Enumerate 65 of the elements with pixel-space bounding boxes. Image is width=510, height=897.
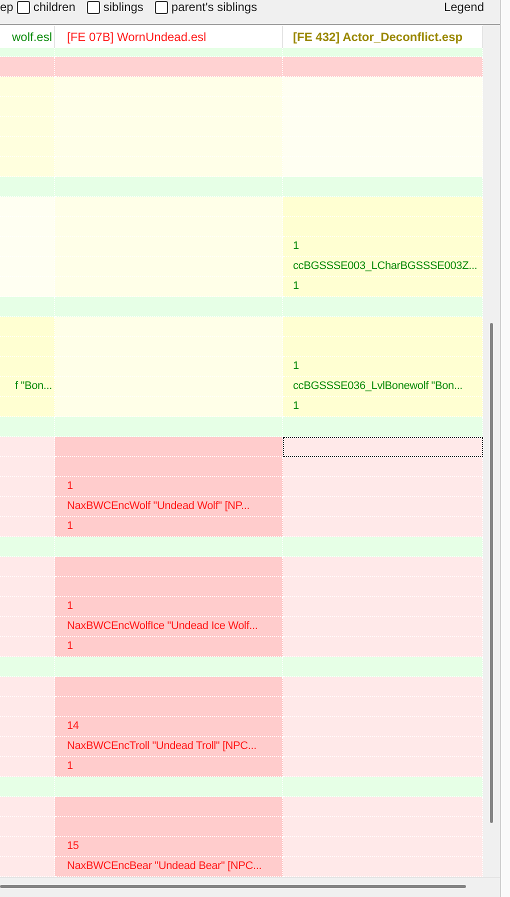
table-cell <box>0 697 55 717</box>
table-cell <box>0 477 55 497</box>
checkbox-label[interactable]: parent's siblings <box>171 0 258 16</box>
checkbox-label[interactable]: siblings <box>103 0 144 16</box>
checkbox[interactable] <box>87 0 100 14</box>
table-cell <box>0 177 55 197</box>
table-cell: 15 <box>55 837 283 857</box>
table-cell <box>0 757 55 777</box>
table-cell <box>0 357 55 377</box>
table-cell <box>0 457 55 477</box>
table-cell <box>0 817 55 837</box>
table-cell: 1 <box>283 277 483 297</box>
table-cell: 1 <box>55 517 283 537</box>
table-cell: 1 <box>283 237 483 257</box>
table-cell <box>0 337 55 357</box>
table-cell: ccBGSSSE036_LvlBonewolf "Bon... <box>283 377 483 397</box>
table-cell <box>0 537 55 557</box>
table-cell <box>0 437 55 457</box>
table-cell <box>0 137 55 157</box>
table-cell: NaxBWCEncWolf "Undead Wolf" [NP... <box>55 497 283 517</box>
table-cell: 1 <box>283 357 483 377</box>
table-cell <box>0 637 55 657</box>
table-cell: NaxBWCEncWolfIce "Undead Ice Wolf... <box>55 617 283 637</box>
table-cell <box>0 617 55 637</box>
table-cell: 1 <box>55 597 283 617</box>
table-cell <box>0 117 55 137</box>
table-cell <box>0 277 55 297</box>
table-cell: 1 <box>55 637 283 657</box>
table-cell: f "Bon... <box>0 377 55 397</box>
table-cell <box>0 77 55 97</box>
table-cell <box>0 677 55 697</box>
vertical-scrollbar-thumb[interactable] <box>490 323 493 823</box>
table-cell <box>0 777 55 797</box>
table-cell <box>0 297 55 317</box>
table-cell <box>0 857 55 877</box>
table-cell <box>0 557 55 577</box>
table-cell <box>0 417 55 437</box>
table-cell <box>0 717 55 737</box>
table-cell: NaxBWCEncTroll "Undead Troll" [NPC... <box>55 737 283 757</box>
table-cell <box>0 57 55 77</box>
checkbox-label[interactable]: children <box>33 0 76 16</box>
table-cell <box>0 517 55 537</box>
horizontal-scrollbar-thumb[interactable] <box>0 885 466 888</box>
table-cell: 1 <box>55 477 283 497</box>
table-cell <box>0 657 55 677</box>
table-cell <box>0 317 55 337</box>
checkbox[interactable] <box>17 0 30 14</box>
filter-label: ep <box>0 0 14 16</box>
table-cell <box>0 577 55 597</box>
table-cell <box>0 197 55 217</box>
table-cell <box>0 737 55 757</box>
table-cell <box>0 497 55 517</box>
checkbox[interactable] <box>155 0 168 14</box>
table-cell <box>0 837 55 857</box>
table-cell <box>0 97 55 117</box>
table-cell: NaxBWCEncBear "Undead Bear" [NPC... <box>55 857 283 877</box>
table-cell: 1 <box>55 757 283 777</box>
table-cell <box>0 157 55 177</box>
table-cell <box>0 597 55 617</box>
table-cell: 1 <box>283 397 483 417</box>
table-cell: ccBGSSSE003_LCharBGSSSE003Z... <box>283 257 483 277</box>
table-cell <box>0 797 55 817</box>
legend-button[interactable]: Legend <box>444 0 484 16</box>
table-cell: 14 <box>55 717 283 737</box>
table-cell <box>0 397 55 417</box>
